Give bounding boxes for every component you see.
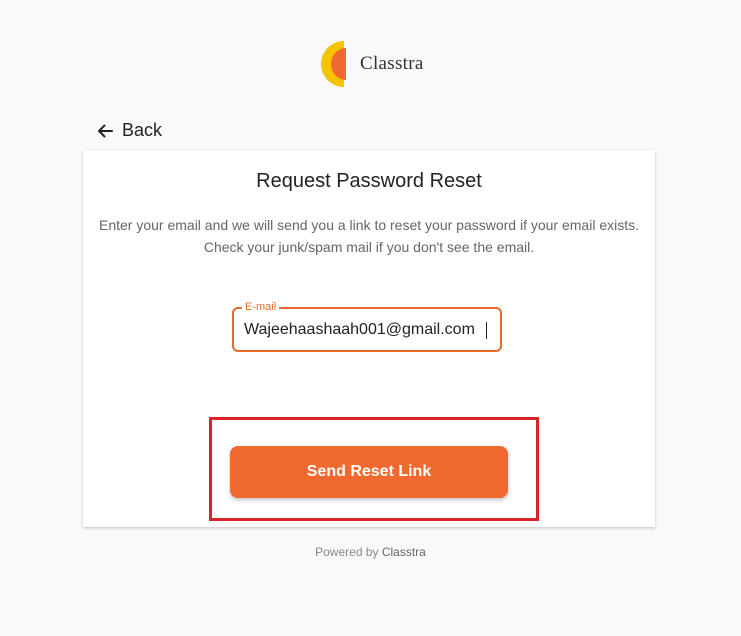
email-field-label: E-mail — [242, 301, 280, 313]
send-reset-link-button[interactable]: Send Reset Link — [230, 446, 508, 498]
arrow-left-icon — [96, 122, 114, 140]
text-caret — [486, 322, 487, 339]
email-field[interactable]: E-mail — [232, 301, 502, 352]
back-link[interactable]: Back — [96, 120, 162, 141]
classtra-logo-icon — [318, 40, 350, 88]
email-input[interactable] — [244, 319, 490, 341]
instructions-text: Enter your email and we will send you a … — [98, 217, 639, 255]
brand-logo: Classtra — [318, 40, 424, 88]
powered-by-brand: Classtra — [381, 545, 426, 559]
page-title: Request Password Reset — [256, 170, 482, 192]
back-label: Back — [122, 120, 163, 140]
powered-by-prefix: Powered by — [315, 545, 379, 559]
brand-name: Classtra — [360, 53, 424, 74]
powered-by: Powered by Classtra — [0, 545, 741, 559]
